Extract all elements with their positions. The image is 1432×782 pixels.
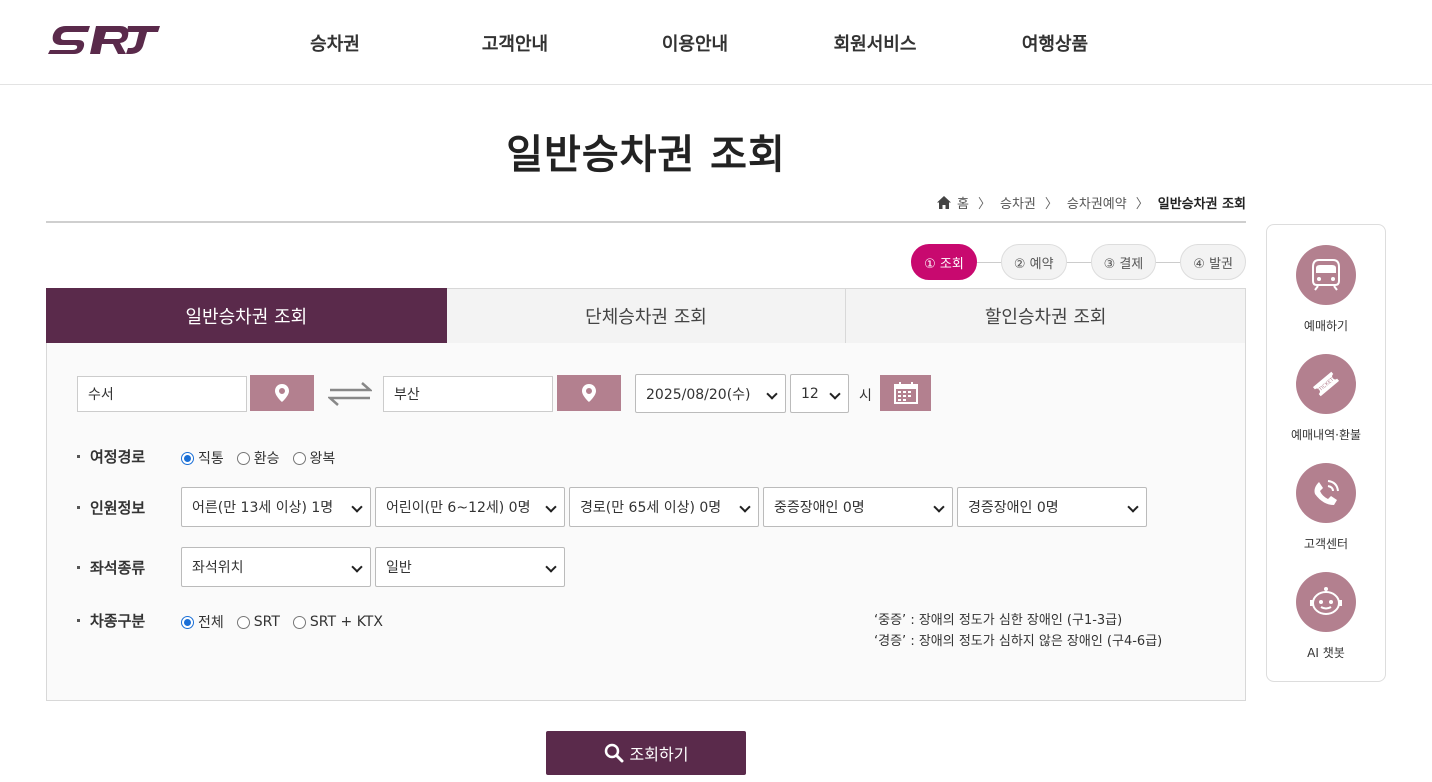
route-direct-radio[interactable]: 직통 — [181, 448, 224, 468]
nav-travel-products[interactable]: 여행상품 — [1022, 30, 1088, 56]
step-connector — [1066, 261, 1091, 263]
seat-class-select[interactable]: 일반 — [375, 547, 565, 587]
mild-disabled-select[interactable]: 경증장애인 0명 — [957, 487, 1147, 527]
chevron-right-icon: 〉 — [1135, 197, 1149, 212]
train-type-radio-group: 전체 SRT SRT + KTX — [181, 612, 396, 632]
breadcrumb: 홈 〉 승차권 〉 승차권예약 〉 일반승차권 조회 — [937, 193, 1246, 212]
reservation-steps: ① 조회 ② 예약 ③ 결제 ④ 발권 — [911, 244, 1246, 280]
site-header: 승차권 고객안내 이용안내 회원서비스 여행상품 — [0, 0, 1432, 85]
quick-history-refund[interactable]: TICKET 예매내역·환불 — [1267, 354, 1385, 443]
title-divider — [46, 221, 1246, 223]
nav-member-service[interactable]: 회원서비스 — [834, 30, 917, 56]
nav-usage-guide[interactable]: 이용안내 — [662, 30, 728, 56]
chevron-right-icon: 〉 — [978, 197, 992, 212]
step-payment: ③ 결제 — [1090, 244, 1157, 280]
train-srt-ktx-radio[interactable]: SRT + KTX — [292, 614, 383, 630]
step-connector — [1156, 261, 1181, 263]
page-title: 일반승차권 조회 — [506, 132, 786, 178]
nav-ticket[interactable]: 승차권 — [310, 30, 360, 56]
seat-position-select[interactable]: 좌석위치 — [181, 547, 371, 587]
calendar-icon — [893, 382, 918, 404]
train-type-label: 차종구분 — [77, 610, 145, 631]
ticket-icon: TICKET — [1312, 371, 1340, 397]
step-search: ① 조회 — [911, 244, 977, 280]
search-icon — [604, 743, 624, 763]
quick-reserve[interactable]: 예매하기 — [1267, 245, 1385, 334]
breadcrumb-current: 일반승차권 조회 — [1157, 197, 1246, 212]
tab-general-ticket[interactable]: 일반승차권 조회 — [46, 288, 447, 344]
severe-disabled-select[interactable]: 중증장애인 0명 — [763, 487, 953, 527]
nav-customer-guide[interactable]: 고객안내 — [482, 30, 548, 56]
step-issue: ④ 발권 — [1180, 244, 1246, 280]
step-connector — [976, 261, 1001, 263]
mild-disability-note: ‘경증’ : 장애의 정도가 심하지 않은 장애인 (구4-6급) — [874, 634, 1163, 649]
search-tabs: 일반승차권 조회 단체승차권 조회 할인승차권 조회 — [46, 288, 1247, 344]
home-icon[interactable] — [937, 196, 952, 209]
route-radio-group: 직통 환승 왕복 — [181, 448, 348, 468]
calendar-button[interactable] — [880, 375, 931, 411]
swap-stations-icon[interactable] — [328, 381, 372, 407]
search-button[interactable]: 조회하기 — [546, 731, 746, 775]
child-select[interactable]: 어린이(만 6~12세) 0명 — [375, 487, 565, 527]
step-reserve: ② 예약 — [1000, 244, 1067, 280]
date-select[interactable]: 2025/08/20(수) — [635, 374, 786, 413]
tab-discount-ticket[interactable]: 할인승차권 조회 — [846, 288, 1247, 344]
search-form: 수서 부산 2025/08/20(수) 12 시 여정경로 직통 환승 왕복 인… — [46, 343, 1246, 701]
breadcrumb-reservation[interactable]: 승차권예약 — [1067, 193, 1127, 212]
breadcrumb-home[interactable]: 홈 — [957, 193, 969, 212]
bullet — [77, 455, 80, 458]
passenger-label: 인원정보 — [77, 497, 145, 518]
route-transfer-radio[interactable]: 환승 — [236, 448, 280, 468]
hour-select[interactable]: 12 — [790, 374, 849, 413]
tab-group-ticket[interactable]: 단체승차권 조회 — [446, 288, 847, 344]
departure-input[interactable]: 수서 — [77, 376, 247, 412]
departure-station-button[interactable] — [250, 375, 314, 411]
train-srt-radio[interactable]: SRT — [236, 614, 280, 630]
breadcrumb-ticket[interactable]: 승차권 — [1000, 193, 1036, 212]
train-icon — [1312, 259, 1340, 291]
bullet — [77, 566, 80, 569]
phone-icon — [1314, 480, 1339, 505]
chatbot-icon — [1310, 587, 1342, 615]
adult-select[interactable]: 어른(만 13세 이상) 1명 — [181, 487, 371, 527]
arrival-station-button[interactable] — [557, 375, 621, 411]
map-pin-icon — [275, 384, 289, 402]
arrival-input[interactable]: 부산 — [383, 376, 553, 412]
quick-customer-center[interactable]: 고객센터 — [1267, 463, 1385, 552]
bullet — [77, 619, 80, 622]
map-pin-icon — [582, 384, 596, 402]
route-label: 여정경로 — [77, 446, 145, 467]
route-roundtrip-radio[interactable]: 왕복 — [292, 448, 335, 468]
bullet — [77, 506, 80, 509]
seat-label: 좌석종류 — [77, 557, 145, 578]
main-nav: 승차권 고객안내 이용안내 회원서비스 여행상품 — [0, 30, 1432, 58]
chevron-right-icon: 〉 — [1044, 197, 1058, 212]
quick-ai-chatbot[interactable]: AI 챗봇 — [1267, 572, 1385, 661]
hour-unit-label: 시 — [859, 388, 872, 404]
severe-disability-note: ‘중증’ : 장애의 정도가 심한 장애인 (구1-3급) — [874, 613, 1123, 628]
train-all-radio[interactable]: 전체 — [181, 612, 224, 632]
senior-select[interactable]: 경로(만 65세 이상) 0명 — [569, 487, 759, 527]
quick-menu: 예매하기 TICKET 예매내역·환불 고객센터 AI 챗봇 — [1266, 224, 1386, 682]
